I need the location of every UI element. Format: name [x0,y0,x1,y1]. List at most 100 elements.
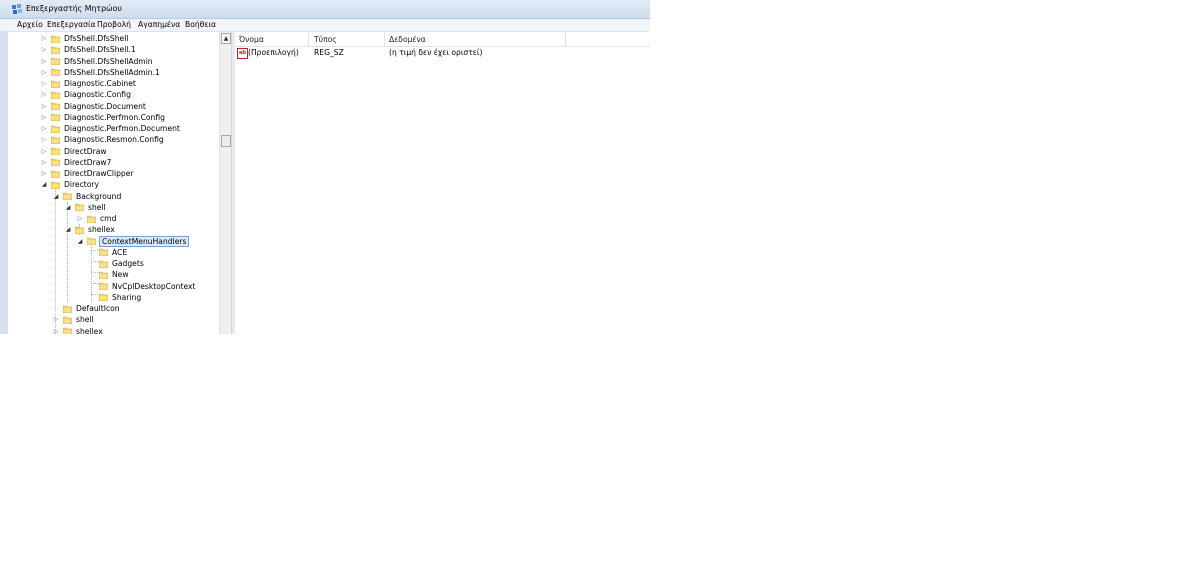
tree-item[interactable]: Gadgets [88,258,145,269]
scroll-thumb[interactable] [221,135,231,147]
tree-item[interactable]: ▷ DfsShell.DfsShellAdmin [40,56,154,67]
column-type[interactable]: Τύπος [314,35,337,44]
column-separator[interactable] [565,32,566,46]
tree-item[interactable]: ◢ Background [52,191,122,202]
collapse-arrow-icon[interactable]: ◢ [64,226,72,234]
tree-item[interactable]: ▷ Diagnostic.Resmon.Config [40,134,165,145]
folder-icon [51,147,60,155]
tree-item-label: Diagnostic.Config [64,90,131,100]
tree-item-label: Diagnostic.Perfmon.Config [64,112,165,122]
values-list[interactable]: Όνομα Τύπος Δεδομένα ab (Προεπιλογή) REG… [235,32,650,334]
menu-edit[interactable]: Επεξεργασία [47,20,96,29]
expand-arrow-icon[interactable]: ▷ [40,147,48,155]
expand-arrow-icon[interactable]: ▷ [40,91,48,99]
folder-icon [99,282,108,290]
expand-arrow-icon[interactable]: ▷ [40,57,48,65]
column-name[interactable]: Όνομα [239,35,264,44]
folder-icon [99,260,108,268]
expand-arrow-icon[interactable]: ▷ [40,158,48,166]
tree-item[interactable]: Sharing [88,292,142,303]
column-separator[interactable] [308,32,309,46]
expand-arrow-icon[interactable]: ▷ [40,68,48,76]
tree-item-label: Diagnostic.Resmon.Config [64,135,164,145]
tree-guide-line [67,202,68,302]
tree-item-label: DirectDraw [64,146,107,156]
folder-icon [51,158,60,167]
tree-item-label: Directory [64,180,99,190]
tree-item[interactable]: ▷ shell [52,314,95,325]
tree-item[interactable]: ▷ DfsShell.DfsShellAdmin.1 [40,67,161,78]
collapse-arrow-icon[interactable]: ◢ [52,192,60,200]
tree-item-label: Diagnostic.Document [64,101,146,111]
tree-item[interactable]: ACE [88,247,128,258]
tree-item[interactable]: ▷ Diagnostic.Cabinet [40,78,137,89]
registry-tree[interactable]: ▷ DfsShell.DfsShell ▷ DfsShell.DfsShell.1 ▷ D… [10,32,218,334]
folder-icon [51,181,60,189]
expand-arrow-icon[interactable]: ▷ [52,327,60,335]
folder-icon [51,91,60,99]
tree-item[interactable]: ▷ shellex [52,326,104,335]
tree-scrollbar[interactable]: ▲ [219,32,231,334]
tree-item[interactable]: ▷ DirectDraw7 [40,157,112,168]
collapse-arrow-icon[interactable]: ◢ [76,237,84,245]
value-name: (Προεπιλογή) [248,48,299,57]
tree-item-label: New [112,270,129,280]
tree-item-label: Gadgets [112,259,144,268]
tree-item[interactable]: ◢ Directory [40,179,100,190]
menu-bar: Αρχείο Επεξεργασία Προβολή Αγαπημένα Βοή… [0,19,650,32]
folder-icon [63,192,72,200]
tree-item-label: DirectDrawClipper [64,169,134,178]
tree-item[interactable]: ▷ Diagnostic.Perfmon.Document [40,123,181,134]
folder-icon [51,170,60,178]
tree-item[interactable]: New [88,269,130,280]
collapse-arrow-icon[interactable]: ◢ [64,203,72,211]
expand-arrow-icon[interactable]: ▷ [40,125,48,133]
scroll-up-button[interactable]: ▲ [221,33,231,44]
tree-item[interactable]: ▷ cmd [76,213,117,224]
tree-item-label: shell [88,202,106,212]
column-data[interactable]: Δεδομένα [389,35,426,44]
menu-file[interactable]: Αρχείο [17,20,43,29]
folder-icon [51,125,60,133]
tree-item-label: DefaultIcon [76,304,120,313]
expand-arrow-icon[interactable]: ▷ [52,316,60,324]
expand-arrow-icon[interactable]: ▷ [76,215,84,223]
tree-item[interactable]: ◢ shell [64,202,107,213]
tree-item[interactable]: ▷ DirectDrawClipper [40,168,135,179]
tree-item[interactable]: ▷ Diagnostic.Config [40,89,132,100]
collapse-arrow-icon[interactable]: ◢ [40,181,48,189]
tree-item-label: Background [76,191,122,201]
tree-item[interactable]: ▷ DfsShell.DfsShell [40,33,129,44]
folder-icon [75,226,84,234]
column-separator[interactable] [384,32,385,46]
tree-item[interactable]: ▷ DfsShell.DfsShell.1 [40,44,137,55]
tree-item-label: DfsShell.DfsShellAdmin [64,56,153,66]
folder-icon [51,136,60,144]
expand-arrow-icon[interactable]: ▷ [40,35,48,43]
menu-favorites[interactable]: Αγαπημένα [138,20,180,29]
tree-item[interactable]: ▷ Diagnostic.Perfmon.Config [40,112,166,123]
tree-item-label: ContextMenuHandlers [99,235,190,247]
folder-icon [51,35,60,43]
expand-arrow-icon[interactable]: ▷ [40,80,48,88]
value-row[interactable]: ab (Προεπιλογή) REG_SZ (η τιμή δεν έχει … [235,48,650,59]
tree-item[interactable]: ▷ DirectDraw [40,146,108,157]
expand-arrow-icon[interactable]: ▷ [40,46,48,54]
expand-arrow-icon[interactable]: ▷ [40,113,48,121]
expand-arrow-icon[interactable]: ▷ [40,170,48,178]
expand-arrow-icon[interactable]: ▷ [40,136,48,144]
registry-editor-icon [12,4,22,14]
title-bar[interactable]: Επεξεργαστής Μητρώου [0,0,650,19]
menu-help[interactable]: Βοήθεια [185,20,216,29]
tree-item[interactable]: NvCplDesktopContext [88,281,196,292]
tree-item[interactable]: ▷ Diagnostic.Document [40,101,147,112]
tree-item-label: DirectDraw7 [64,157,112,167]
tree-item[interactable]: ◢ shellex [64,224,116,235]
reg-string-icon: ab [237,48,248,59]
tree-item[interactable]: DefaultIcon [52,303,121,314]
folder-icon [99,271,108,279]
tree-item[interactable]: ◢ ContextMenuHandlers [76,235,190,247]
registry-editor-window: Επεξεργαστής Μητρώου Αρχείο Επεξεργασία … [0,0,650,334]
menu-view[interactable]: Προβολή [97,20,131,29]
expand-arrow-icon[interactable]: ▷ [40,102,48,110]
